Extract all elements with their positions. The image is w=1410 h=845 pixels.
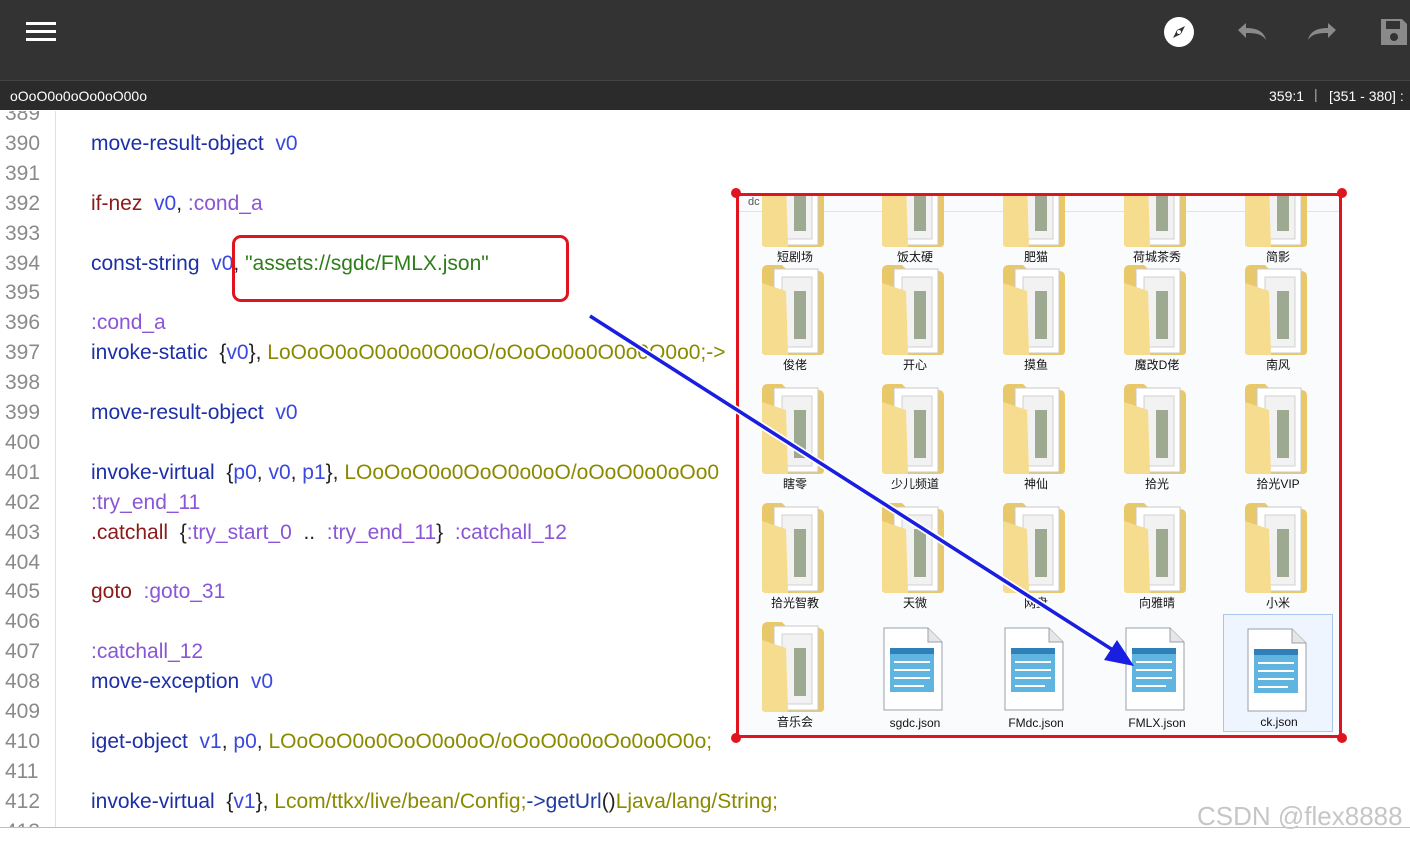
watermark: CSDN @flex8888: [1197, 801, 1403, 831]
annotation-arrow: [588, 313, 1134, 666]
